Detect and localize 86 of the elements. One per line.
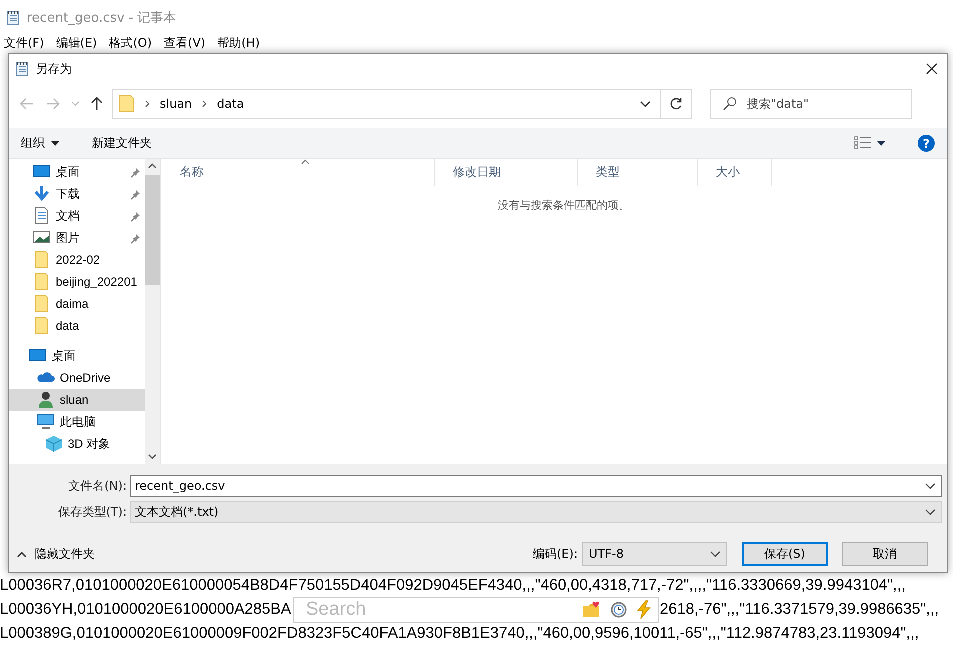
search-field[interactable]: Search xyxy=(293,597,659,623)
window-title: recent_geo.csv - 记事本 xyxy=(27,10,177,26)
chevron-down-icon xyxy=(148,454,157,460)
column-header[interactable]: 名称 xyxy=(161,159,435,186)
nav-item[interactable]: daima xyxy=(9,293,145,315)
scrollbar-thumb[interactable] xyxy=(145,175,160,285)
help-button[interactable]: ? xyxy=(912,132,941,154)
chevron-up-icon xyxy=(17,550,27,558)
folder-icon xyxy=(33,317,51,335)
save-button[interactable]: 保存(S) xyxy=(742,542,828,566)
caret-down-icon xyxy=(51,140,60,146)
nav-item[interactable]: 桌面 xyxy=(9,345,145,367)
empty-message: 没有与搜索条件匹配的项。 xyxy=(497,198,631,213)
breadcrumb[interactable]: data xyxy=(217,97,244,111)
folder-icon xyxy=(33,295,51,313)
nav-item[interactable]: 文档 xyxy=(9,205,145,227)
nav-item[interactable]: sluan xyxy=(9,389,145,411)
chevron-down-icon xyxy=(925,508,936,516)
nav-item[interactable]: 桌面 xyxy=(9,161,145,183)
help-icon: ? xyxy=(918,134,935,152)
document-icon xyxy=(33,207,51,225)
nav-item[interactable]: beijing_202201 xyxy=(9,271,145,293)
up-arrow-icon xyxy=(90,96,104,112)
clock-icon[interactable] xyxy=(610,601,628,619)
folder-icon xyxy=(33,273,51,291)
hide-folders-button[interactable]: 隐藏文件夹 xyxy=(9,544,101,564)
notepad-icon xyxy=(15,61,30,77)
field-label: 编码(E): xyxy=(533,546,578,562)
dialog-title: 另存为 xyxy=(36,60,72,78)
text-line: L00036R7,0101000020E610000054B8D4F750155D404F092D9045EF4340,,,"460,00,4318,717,-72",,,,"116.3330669,39.9943104",,, xyxy=(0,576,906,596)
column-header[interactable]: 类型 xyxy=(578,159,698,186)
notepad-icon xyxy=(6,10,21,26)
file-name-input[interactable]: recent_geo.csv xyxy=(131,478,925,494)
menu-item[interactable]: 文件(F) xyxy=(4,35,44,52)
menu-item[interactable]: 帮助(H) xyxy=(218,35,260,52)
column-header[interactable]: 大小 xyxy=(698,159,772,186)
column-header[interactable]: 修改日期 xyxy=(435,159,578,186)
text-line: L000389G,0101000020E61000009F002FD8323F5C40FA1A930F8B1E3740,,,"460,00,9596,10011,-65",,,"112.9874783,23.1193094",,, xyxy=(0,624,920,644)
nav-item[interactable]: 3D 对象 xyxy=(9,433,145,455)
chevron-right-icon xyxy=(145,100,150,108)
caret-down-icon xyxy=(877,140,886,146)
organize-button[interactable]: 组织 xyxy=(15,132,66,154)
nav-item[interactable]: 下载 xyxy=(9,183,145,205)
chevron-down-icon xyxy=(71,101,80,107)
search-field[interactable]: 搜索"data" xyxy=(710,89,912,119)
address-bar[interactable]: sluan data xyxy=(112,89,692,119)
menu-item[interactable]: 查看(V) xyxy=(164,35,206,52)
chevron-up-icon xyxy=(148,163,157,169)
close-icon xyxy=(926,63,938,75)
nav-item[interactable]: 此电脑 xyxy=(9,411,145,433)
file-type-dropdown[interactable]: 文本文档(*.txt) xyxy=(130,501,942,523)
text-line: L00036YH,0101000020E6100000A285BA xyxy=(0,600,292,620)
monitor-icon xyxy=(37,413,55,431)
scrollbar[interactable] xyxy=(145,159,160,464)
nav-item[interactable]: 2022-02 xyxy=(9,249,145,271)
user-icon xyxy=(37,391,55,409)
folder-heart-icon[interactable] xyxy=(582,601,602,619)
refresh-icon xyxy=(669,97,683,111)
field-label: 文件名(N): xyxy=(68,478,128,494)
folder-icon xyxy=(33,251,51,269)
encoding-dropdown[interactable]: UTF-8 xyxy=(582,542,727,566)
search-icon xyxy=(723,97,737,111)
recent-button[interactable] xyxy=(69,99,82,109)
sort-caret-icon xyxy=(301,159,310,165)
text-line: 2618,-76",,,"116.3371579,39.9986635",,, xyxy=(660,600,940,620)
file-name-field[interactable]: recent_geo.csv xyxy=(130,475,942,497)
nav-item[interactable]: 图片 xyxy=(9,227,145,249)
menu-item[interactable]: 格式(O) xyxy=(109,35,152,52)
back-arrow-icon xyxy=(19,97,35,111)
field-label: 保存类型(T): xyxy=(57,504,128,520)
cancel-button[interactable]: 取消 xyxy=(842,542,928,566)
details-view-icon xyxy=(854,136,871,150)
lightning-icon[interactable] xyxy=(636,600,652,620)
folder-icon xyxy=(119,95,135,113)
chevron-right-icon xyxy=(202,100,208,108)
nav-item[interactable]: data xyxy=(9,315,145,337)
menu-item[interactable]: 编辑(E) xyxy=(56,35,98,52)
forward-arrow-icon xyxy=(45,97,61,111)
chevron-down-icon xyxy=(710,550,721,558)
breadcrumb[interactable]: sluan xyxy=(160,97,192,111)
nav-item[interactable]: OneDrive xyxy=(9,367,145,389)
new-folder-button[interactable]: 新建文件夹 xyxy=(86,132,158,154)
chevron-down-icon xyxy=(640,100,651,108)
cube-icon xyxy=(45,435,63,453)
down-arrow-icon xyxy=(33,185,51,203)
chevron-down-icon xyxy=(925,482,936,490)
